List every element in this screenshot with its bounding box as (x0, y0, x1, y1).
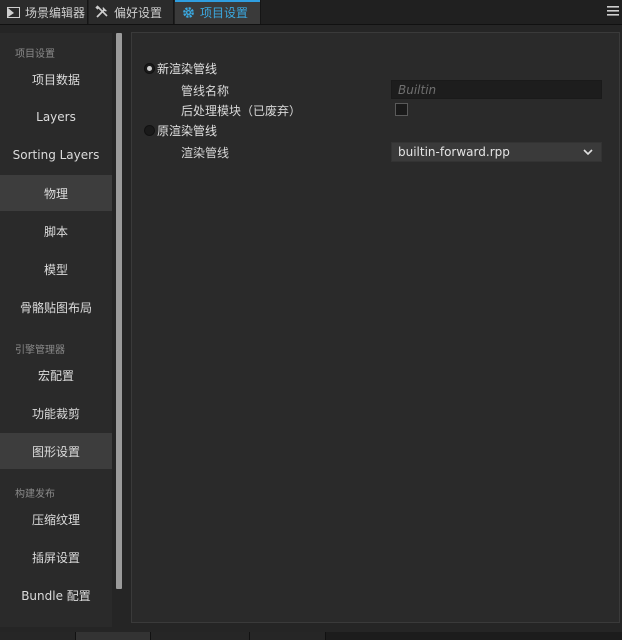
tab-label: 偏好设置 (114, 5, 163, 20)
tab-scene-editor[interactable]: 场景编辑器 (0, 0, 88, 24)
sidebar-item-bundle-config[interactable]: Bundle 配置 (0, 577, 112, 613)
bottom-tab-2[interactable] (76, 632, 151, 640)
bottom-tab-4[interactable] (250, 632, 326, 640)
pipeline-name-input[interactable]: Builtin (391, 80, 602, 99)
sidebar-item-feature-cropping[interactable]: 功能裁剪 (0, 395, 112, 431)
sidebar-item-splash-settings[interactable]: 插屏设置 (0, 539, 112, 575)
bottom-tab-bar (0, 632, 622, 640)
sidebar-scrollbar[interactable] (116, 33, 122, 589)
sidebar-item-skeleton-texture-layout[interactable]: 骨骼贴图布局 (0, 289, 112, 325)
render-pipeline-value: builtin-forward.rpp (398, 145, 510, 159)
sidebar-item-models[interactable]: 模型 (0, 251, 112, 287)
tab-label: 项目设置 (200, 5, 249, 20)
sidebar-item-macro-config[interactable]: 宏配置 (0, 357, 112, 393)
panel-menu-button[interactable] (604, 0, 622, 24)
editor-tab-bar: 场景编辑器 偏好设置 项目设置 (0, 0, 622, 25)
sidebar-item-physics[interactable]: 物理 (0, 175, 112, 211)
project-settings-panel: 项目设置 项目数据 Layers Sorting Layers 物理 脚本 模型… (0, 25, 622, 632)
new-pipeline-radio[interactable] (144, 63, 155, 74)
hamburger-icon (607, 5, 619, 19)
sidebar-item-scripts[interactable]: 脚本 (0, 213, 112, 249)
legacy-pipeline-label: 原渲染管线 (157, 124, 218, 138)
bottom-tab-3[interactable] (151, 632, 250, 640)
section-title-project: 项目设置 (15, 49, 55, 60)
postprocess-module-label: 后处理模块（已废弃） (181, 104, 302, 118)
pipeline-name-label: 管线名称 (181, 84, 230, 98)
tab-project-settings[interactable]: 项目设置 (175, 0, 261, 24)
section-title-build-publish: 构建发布 (15, 489, 55, 500)
render-pipeline-select[interactable]: builtin-forward.rpp (391, 142, 602, 162)
render-pipeline-label: 渲染管线 (181, 146, 230, 160)
tab-label: 场景编辑器 (25, 5, 86, 20)
sidebar-item-layers[interactable]: Layers (0, 99, 112, 135)
sidebar-item-compressed-texture[interactable]: 压缩纹理 (0, 501, 112, 537)
postprocess-module-checkbox[interactable] (395, 103, 408, 116)
graphics-settings-content: 新渲染管线 管线名称 Builtin 后处理模块（已废弃） 原渲染管线 渲染管线… (131, 32, 620, 623)
gear-icon (181, 5, 195, 19)
section-title-engine-manager: 引擎管理器 (15, 345, 65, 356)
chevron-down-icon (583, 146, 593, 160)
bottom-tab-1[interactable] (0, 632, 76, 640)
sidebar-item-project-data[interactable]: 项目数据 (0, 61, 112, 97)
settings-sidebar: 项目设置 项目数据 Layers Sorting Layers 物理 脚本 模型… (0, 33, 112, 627)
legacy-pipeline-radio[interactable] (144, 125, 155, 136)
sidebar-item-sorting-layers[interactable]: Sorting Layers (0, 137, 112, 173)
new-pipeline-label: 新渲染管线 (157, 62, 218, 76)
tab-preferences[interactable]: 偏好设置 (89, 0, 174, 24)
scene-editor-icon (6, 5, 20, 19)
sidebar-item-graphics-settings[interactable]: 图形设置 (0, 433, 112, 469)
tools-icon (95, 5, 109, 19)
